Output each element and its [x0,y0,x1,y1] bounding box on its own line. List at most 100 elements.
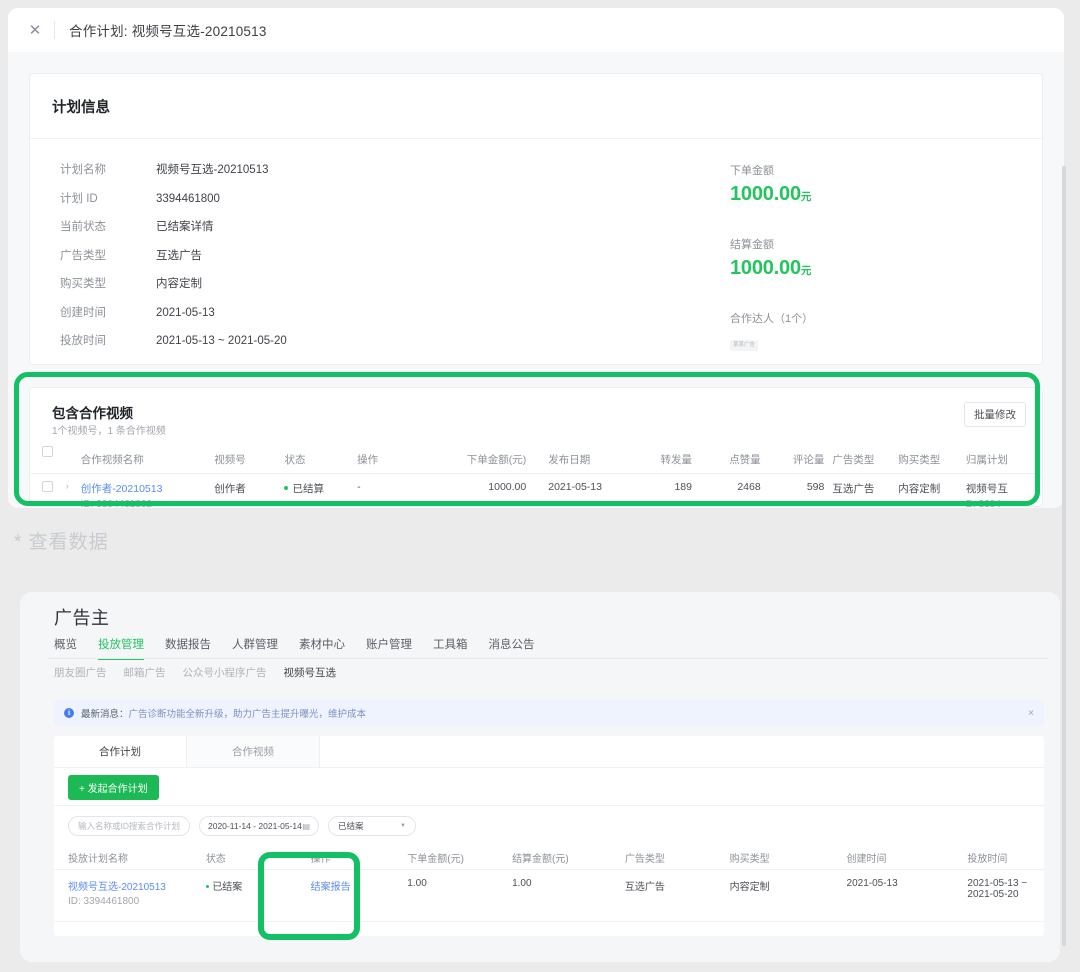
settlement-report-link[interactable]: 结案报告 [311,882,351,893]
spacer [730,210,1030,236]
videos-card-subtitle: 1个视频号，1 条合作视频 [52,422,166,437]
cell-order-amount: 1000.00 [452,481,548,493]
batch-edit-button[interactable]: 批量修改 [964,402,1026,427]
col-operation: 操作 [357,446,452,474]
notice-text[interactable]: 广告诊断功能全新升级，助力广告主提升曝光，维护成本 [129,706,367,720]
col-publish-date: 发布日期 [548,446,641,474]
tab-overview[interactable]: 概览 [54,636,98,660]
field-value: 2021-05-13 ~ 2021-05-20 [156,333,287,349]
col-status: 状态 [284,446,357,474]
vertical-divider [454,504,455,508]
field-label: 计划 ID [60,191,156,207]
select-all-checkbox[interactable] [42,446,53,457]
subtab-mail-ads[interactable]: 邮箱广告 [124,665,166,680]
settle-amount-number: 1000.00 [730,257,801,279]
settle-amount-label: 结算金额 [730,236,1030,252]
partner-label: 合作达人（1个） [730,310,1030,326]
col-order-amount: 下单金额(元) [452,446,548,474]
col-comments: 评论量 [779,446,833,474]
cell-video-account: 创作者 [214,481,284,496]
chevron-down-icon: ▼ [400,823,406,829]
close-icon[interactable]: × [1028,708,1034,719]
select-all-cell[interactable] [30,446,66,457]
notice-banner: i 最新消息： 广告诊断功能全新升级，助力广告主提升曝光，维护成本 × [54,700,1044,726]
tab-creative-center[interactable]: 素材中心 [299,636,366,660]
field-value: 2021-05-13 [156,305,287,321]
col-settle-amount: 结算金额(元) [512,850,625,865]
caption-text: * 查看数据 [14,527,109,554]
cell-plan-name: 视频号互选-20210513 ID: 3394461800 [54,878,206,921]
action-row: + 发起合作计划 [54,768,1044,806]
col-ad-type: 广告类型 [625,850,730,865]
order-amount-value: 1000.00元 [730,181,1030,210]
col-status: 状态 [206,850,311,865]
plan-detail-modal: ✕ 合作计划: 视频号互选-20210513 计划信息 计划名称 视频号互选-2… [8,8,1064,508]
plan-info-grid: 计划名称 视频号互选-20210513 计划 ID 3394461800 当前状… [60,162,287,349]
video-id-text: ID: 3394461802 [81,499,215,508]
col-operation: 操作 [311,850,408,865]
notice-lead: 最新消息： [81,706,129,720]
videos-table-header: 合作视频名称 视频号 状态 操作 下单金额(元) 发布日期 转发量 点赞量 评论… [30,446,1042,474]
tab-data-report[interactable]: 数据报告 [165,636,232,660]
cell-ad-type: 互选广告 [625,878,730,921]
tab-delivery-management[interactable]: 投放管理 [98,636,165,660]
cell-video-name: 创作者-20210513 ID: 3394461802 [81,481,215,508]
amount-column: 下单金额 1000.00元 结算金额 1000.00元 合作达人（1个） 某某广… [730,162,1030,351]
tab-announcements[interactable]: 消息公告 [489,636,556,660]
status-dot-icon [284,486,288,490]
calendar-icon: ▤ [302,822,310,831]
plans-table: 投放计划名称 状态 操作 下单金额(元) 结算金额(元) 广告类型 购买类型 创… [54,846,1044,922]
col-video-account: 视频号 [214,446,284,474]
partner-chip: 某某广告 [730,340,758,351]
cell-operation: - [357,481,452,493]
status-dot-icon [206,885,210,889]
tab-cooperation-plans[interactable]: 合作计划 [54,736,187,767]
tab-toolbox[interactable]: 工具箱 [433,636,489,660]
date-range-picker[interactable]: 2020-11-14 - 2021-05-14 ▤ [199,816,319,836]
page-title: 广告主 [54,604,110,630]
col-order-amount: 下单金额(元) [407,850,512,865]
plan-name-link[interactable]: 视频号互选-20210513 [68,882,166,893]
chevron-right-icon[interactable]: › [66,481,81,492]
cell-operation: 结案报告 [311,878,408,921]
sub-tabs: 朋友圈广告 邮箱广告 公众号小程序广告 视频号互选 [54,665,336,680]
belong-plan-text: 视频号互 [966,483,1008,495]
tab-audience-management[interactable]: 人群管理 [232,636,299,660]
cell-ad-type: 互选广告 [832,481,898,496]
close-icon[interactable]: ✕ [24,19,46,41]
date-range-value: 2020-11-14 - 2021-05-14 [208,821,302,831]
col-forwards: 转发量 [641,446,710,474]
belong-plan-id: D: 3394 [966,499,1042,508]
cell-create-time: 2021-05-13 [847,878,968,921]
status-select[interactable]: 已结案 ▼ [328,816,416,836]
create-plan-button[interactable]: + 发起合作计划 [68,775,159,800]
table-row[interactable]: › 创作者-20210513 ID: 3394461802 创作者 已结算 - … [30,474,1042,508]
videos-card: 包含合作视频 1个视频号，1 条合作视频 批量修改 合作视频名称 视频号 状态 … [30,388,1042,506]
cell-forwards: 189 [641,481,710,493]
col-launch-time: 投放时间 [967,850,1044,865]
tab-account-management[interactable]: 账户管理 [366,636,433,660]
cell-publish-date: 2021-05-13 [548,481,641,493]
subtab-official-account-miniprogram-ads[interactable]: 公众号小程序广告 [183,665,267,680]
field-label: 广告类型 [60,248,156,264]
subtab-video-account-mutual-selection[interactable]: 视频号互选 [284,665,337,680]
video-name-link[interactable]: 创作者-20210513 [81,483,163,495]
order-amount-label: 下单金额 [730,162,1030,178]
row-select-cell[interactable] [30,481,66,492]
row-checkbox[interactable] [42,481,53,492]
tab-cooperation-videos[interactable]: 合作视频 [187,736,320,767]
table-row[interactable]: 视频号互选-20210513 ID: 3394461800 已结案 结案报告 1… [54,870,1044,922]
tabs-divider [48,658,1048,659]
subtab-moments-ads[interactable]: 朋友圈广告 [54,665,107,680]
page-scrollbar[interactable] [1062,166,1066,946]
info-icon: i [64,708,74,718]
tabs-filler [320,736,1044,767]
field-label: 投放时间 [60,333,156,349]
cell-buy-type: 内容定制 [898,481,966,496]
col-plan-name: 投放计划名称 [54,850,206,865]
advertiser-panel: 广告主 概览 投放管理 数据报告 人群管理 素材中心 账户管理 工具箱 消息公告… [20,592,1060,962]
status-select-value: 已结案 [338,820,364,832]
search-input[interactable]: 输入名称或ID搜索合作计划 [68,816,190,836]
cell-settle-amount: 1.00 [512,878,625,921]
field-value: 视频号互选-20210513 [156,162,287,178]
